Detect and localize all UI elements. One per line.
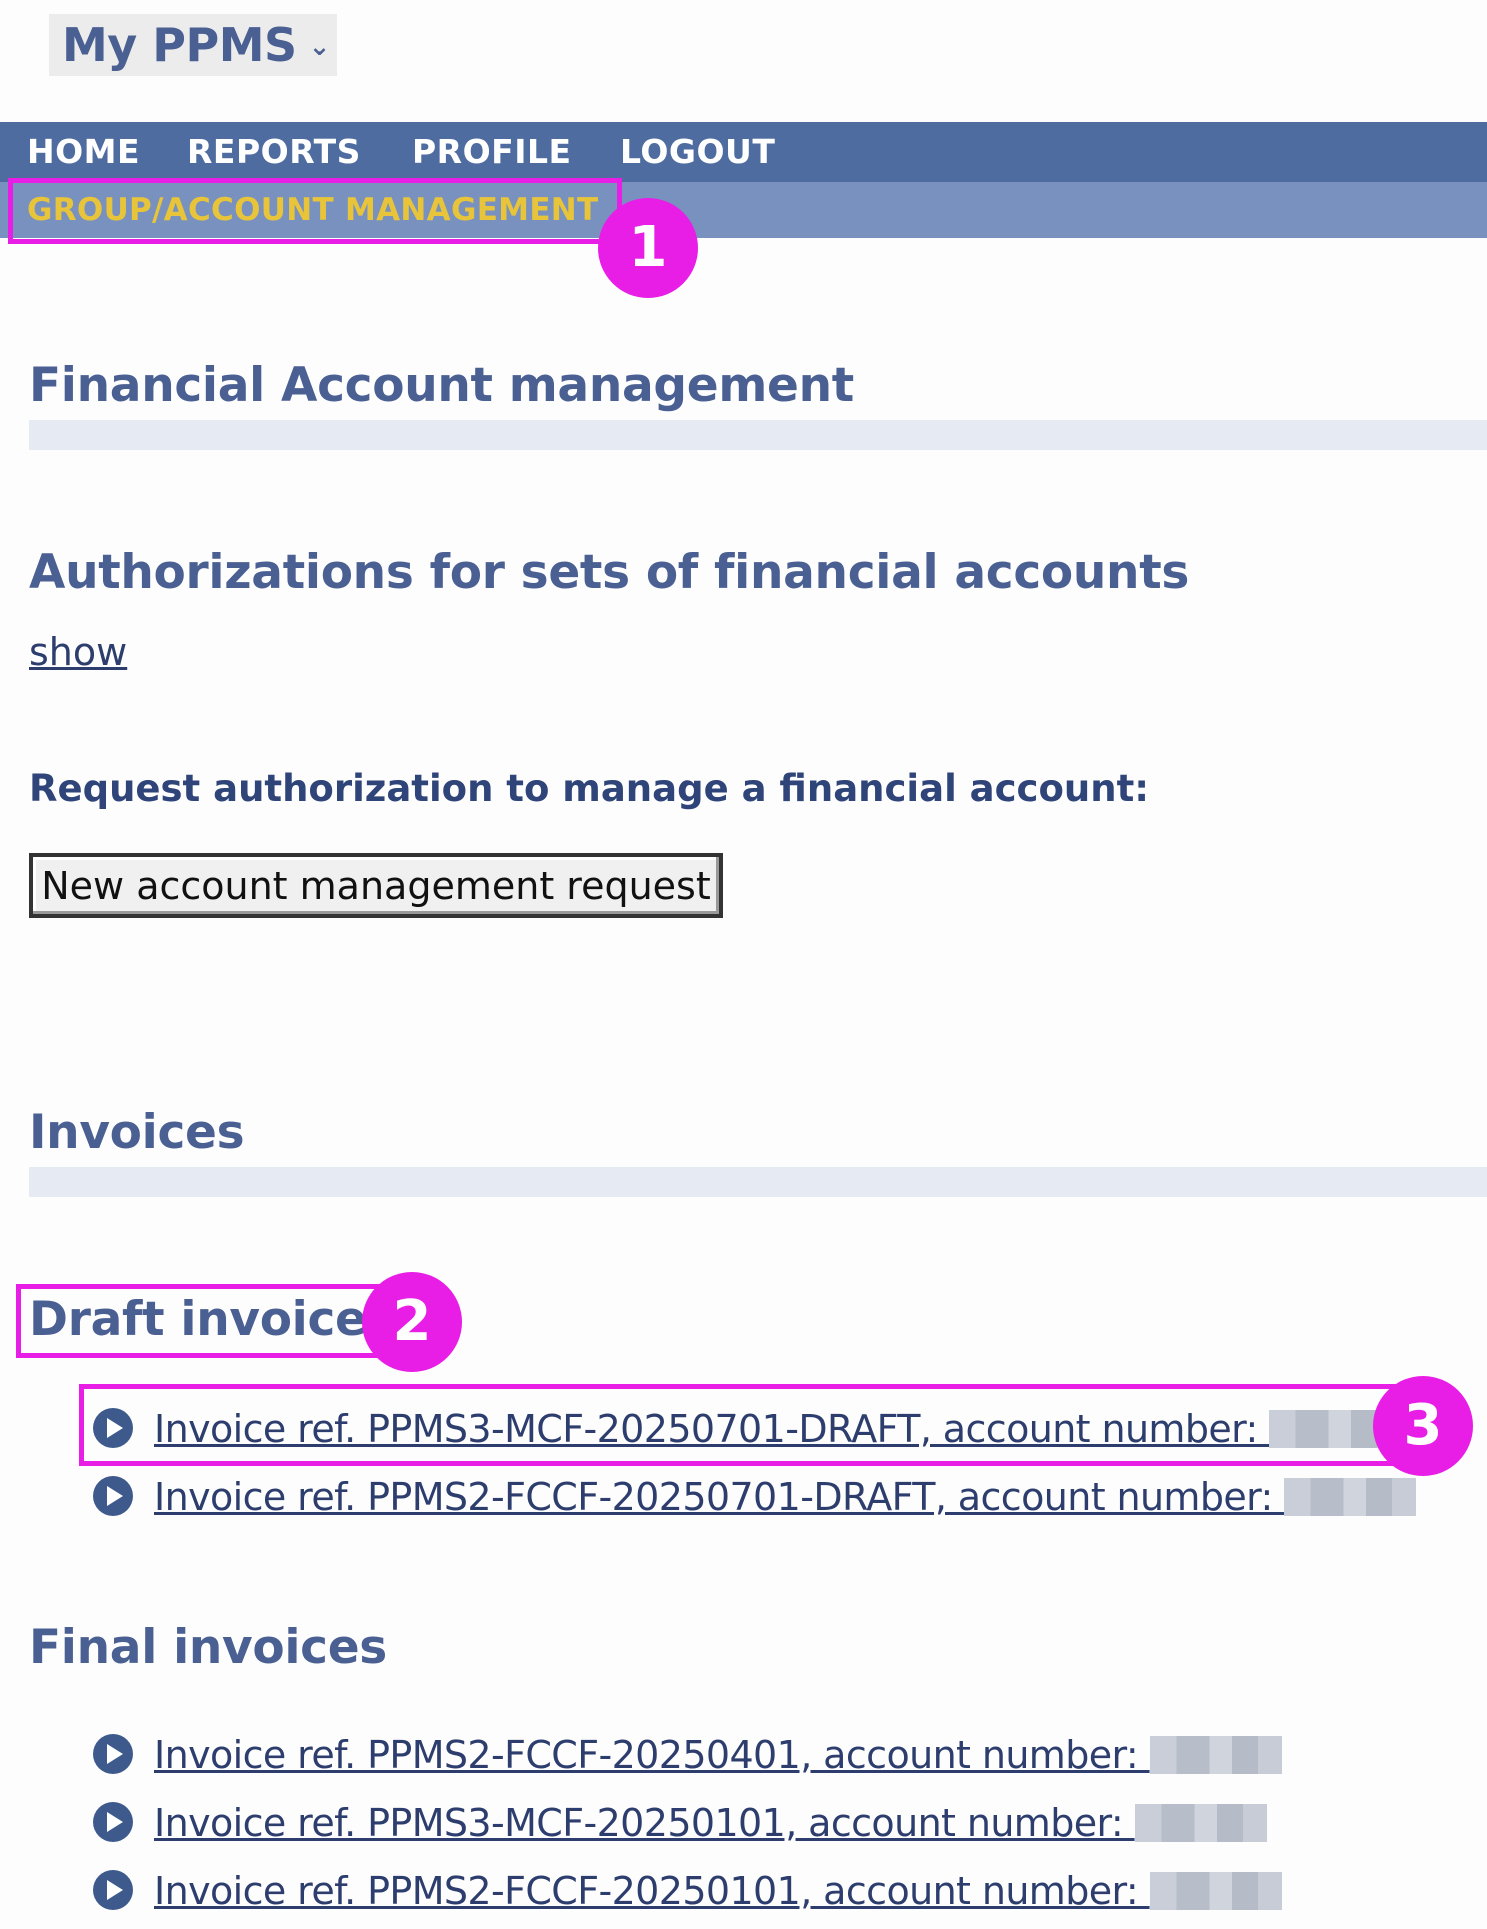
draft-invoice-link[interactable]: Invoice ref. PPMS2-FCCF-20250701-DRAFT, … [154, 1472, 1417, 1522]
callout-badge-1: 1 [598, 198, 698, 298]
show-authorizations-link[interactable]: show [29, 630, 127, 674]
nav-profile[interactable]: PROFILE [412, 122, 572, 182]
draft-invoice-link[interactable]: Invoice ref. PPMS3-MCF-20250701-DRAFT, a… [154, 1404, 1402, 1454]
nav-home[interactable]: HOME [27, 122, 140, 182]
financial-account-heading: Financial Account management [29, 358, 854, 413]
play-bullet-icon [93, 1802, 133, 1842]
nav-group-account-management[interactable]: GROUP/ACCOUNT MANAGEMENT [27, 182, 599, 238]
main-nav: HOME REPORTS PROFILE LOGOUT [0, 122, 1487, 182]
callout-badge-2: 2 [362, 1272, 462, 1372]
section-divider [29, 1167, 1487, 1197]
redacted-account-number [1149, 1736, 1282, 1774]
app-menu-label: My PPMS [62, 18, 297, 72]
redacted-account-number [1284, 1478, 1417, 1516]
new-account-request-button[interactable]: New account management request [29, 853, 723, 918]
authorizations-heading: Authorizations for sets of financial acc… [29, 545, 1190, 600]
final-invoice-link[interactable]: Invoice ref. PPMS2-FCCF-20250101, accoun… [154, 1866, 1282, 1916]
final-invoice-link[interactable]: Invoice ref. PPMS2-FCCF-20250401, accoun… [154, 1730, 1282, 1780]
redacted-account-number [1149, 1872, 1282, 1910]
draft-invoices-heading: Draft invoices [29, 1292, 395, 1347]
callout-badge-3: 3 [1373, 1376, 1473, 1476]
section-divider [29, 420, 1487, 450]
chevron-down-icon: ⌄ [308, 32, 331, 62]
play-bullet-icon [93, 1734, 133, 1774]
invoices-heading: Invoices [29, 1105, 245, 1160]
redacted-account-number [1134, 1804, 1267, 1842]
final-invoices-heading: Final invoices [29, 1620, 387, 1675]
final-invoice-link[interactable]: Invoice ref. PPMS3-MCF-20250101, account… [154, 1798, 1267, 1848]
nav-reports[interactable]: REPORTS [187, 122, 361, 182]
nav-logout[interactable]: LOGOUT [620, 122, 775, 182]
play-bullet-icon [93, 1476, 133, 1516]
request-authorization-label: Request authorization to manage a financ… [29, 767, 1150, 810]
my-ppms-menu[interactable]: My PPMS ⌄ [49, 14, 337, 76]
sub-nav: GROUP/ACCOUNT MANAGEMENT [0, 182, 1487, 238]
play-bullet-icon [93, 1408, 133, 1448]
play-bullet-icon [93, 1870, 133, 1910]
